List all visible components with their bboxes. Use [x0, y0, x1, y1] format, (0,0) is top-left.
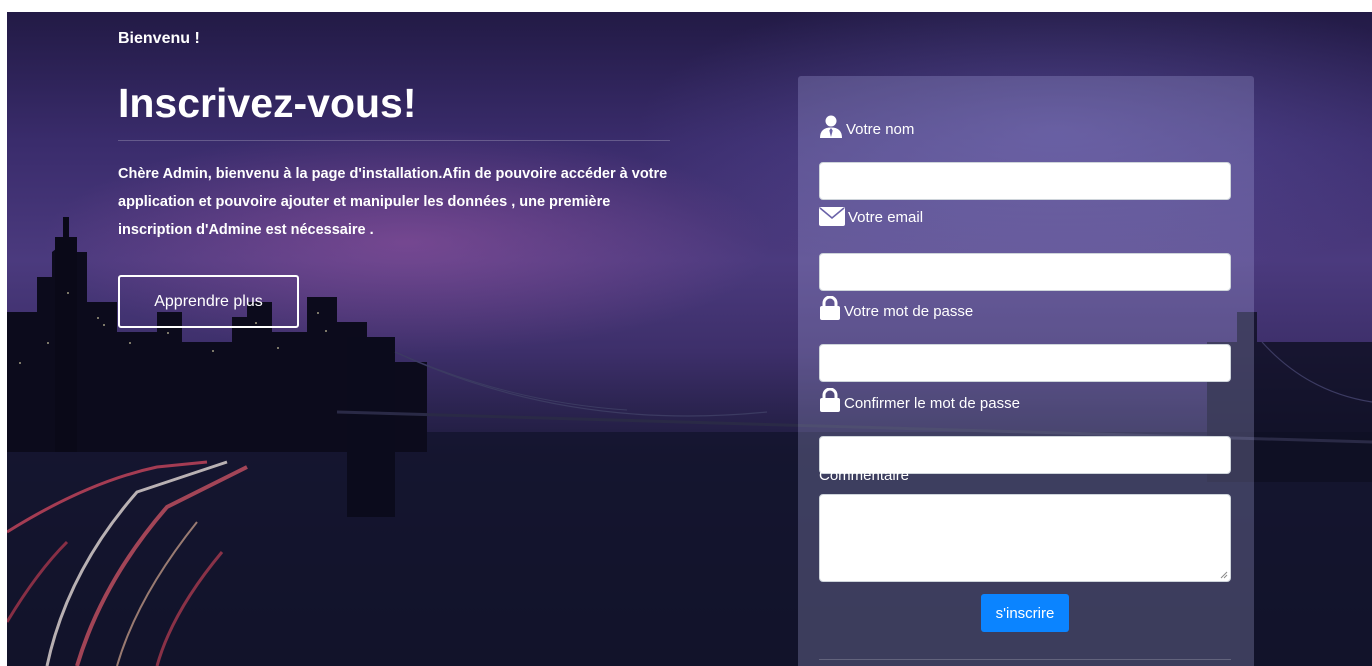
- password-label: Votre mot de passe: [819, 296, 973, 320]
- name-input[interactable]: [819, 162, 1231, 200]
- email-label-text: Votre email: [848, 209, 924, 226]
- hero-background: Bienvenu ! Inscrivez-vous! Chère Admin, …: [7, 12, 1372, 666]
- comment-label-text: Commentaire: [819, 467, 910, 484]
- lock-icon: [819, 296, 841, 320]
- comment-label: Commentaire: [819, 467, 909, 484]
- password-label-text: Votre mot de passe: [844, 303, 974, 320]
- user-icon: [819, 114, 843, 138]
- name-label: Votre nom: [819, 114, 914, 138]
- envelope-icon: [819, 207, 845, 226]
- resize-handle-icon[interactable]: [1220, 571, 1228, 579]
- email-input[interactable]: [819, 253, 1231, 291]
- comment-textarea[interactable]: [819, 494, 1231, 582]
- lock-icon: [819, 388, 841, 412]
- page-title: Inscrivez-vous!: [118, 80, 417, 126]
- confirm-password-label: Confirmer le mot de passe: [819, 388, 1020, 412]
- signup-button[interactable]: s'inscrire: [981, 594, 1069, 632]
- name-label-text: Votre nom: [846, 121, 915, 138]
- welcome-text: Bienvenu !: [118, 30, 200, 47]
- learn-more-button[interactable]: Apprendre plus: [118, 275, 299, 328]
- form-divider: [819, 659, 1231, 660]
- password-input[interactable]: [819, 344, 1231, 382]
- signup-form: Votre nom Votre email Votre mot de passe: [798, 76, 1254, 666]
- intro-text: Chère Admin, bienvenu à la page d'instal…: [118, 166, 668, 238]
- confirm-password-label-text: Confirmer le mot de passe: [844, 395, 1020, 412]
- title-divider: [118, 140, 670, 141]
- email-label: Votre email: [819, 207, 923, 226]
